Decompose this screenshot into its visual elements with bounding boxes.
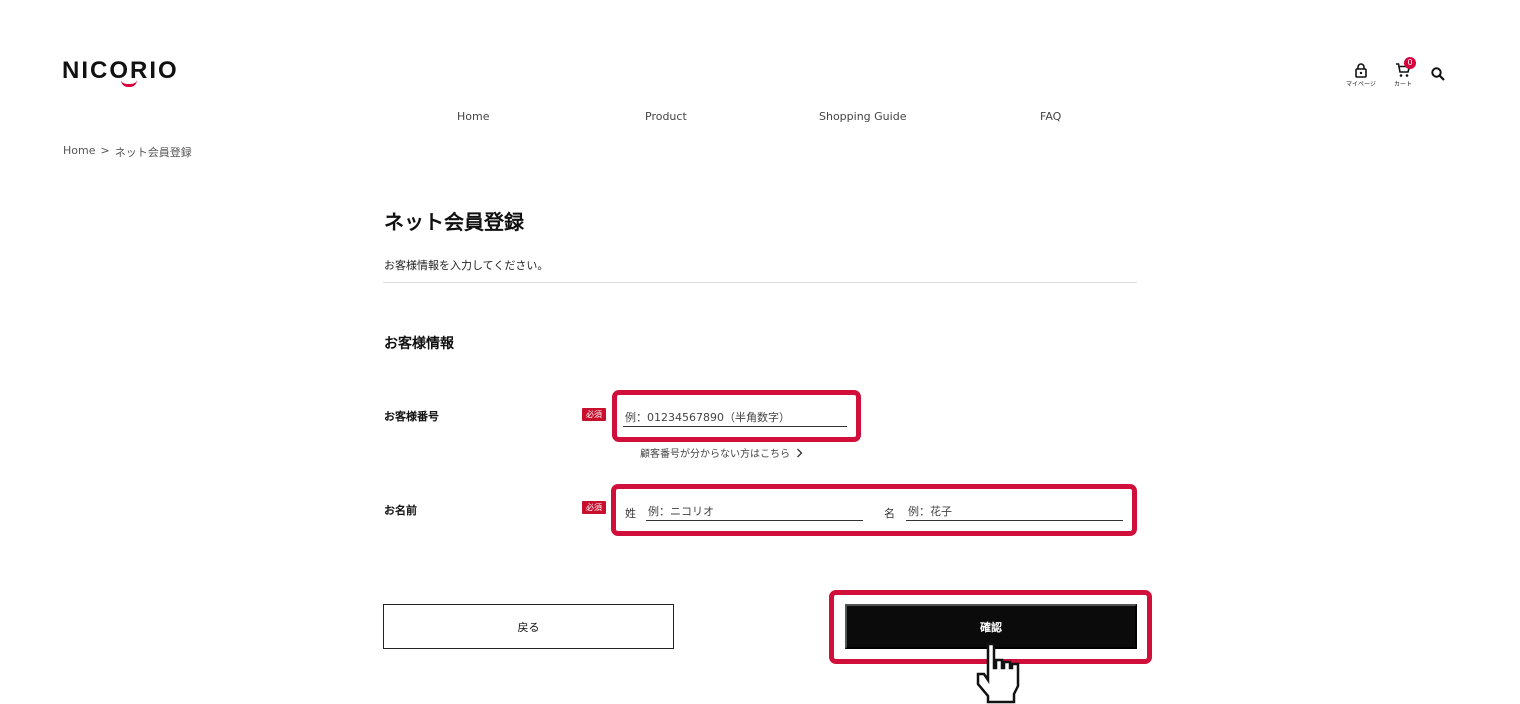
lock-icon [1355,63,1367,78]
header-icons: マイページ 0 カート [1346,57,1446,88]
chevron-right-icon [797,448,803,457]
name-label: お名前 [384,504,417,517]
search-icon[interactable] [1430,66,1446,82]
section-title: お客様情報 [384,336,454,352]
nav-home[interactable]: Home [457,110,489,123]
nav-faq[interactable]: FAQ [1040,110,1061,123]
intro-text: お客様情報を入力してください。 [384,259,549,272]
breadcrumb-home[interactable]: Home [63,144,95,160]
last-name-prefix: 姓 [625,507,636,520]
help-link-text: 顧客番号が分からない方はこちら [640,449,790,460]
customer-number-help-link[interactable]: 顧客番号が分からない方はこちら [640,445,803,460]
last-name-input[interactable] [646,503,863,521]
cart-link[interactable]: 0 カート [1388,57,1418,88]
back-button[interactable]: 戻る [383,604,674,649]
breadcrumb-separator: > [100,144,110,157]
divider [383,282,1137,283]
nav-shopping-guide[interactable]: Shopping Guide [819,110,906,123]
customer-number-input[interactable] [623,409,847,427]
customer-number-label: お客様番号 [384,410,439,423]
page-title: ネット会員登録 [384,210,524,234]
first-name-prefix: 名 [884,507,895,520]
breadcrumb-current: ネット会員登録 [114,146,192,159]
nav-product[interactable]: Product [645,110,687,123]
cart-label: カート [1393,81,1412,88]
cart-count-badge: 0 [1404,57,1416,69]
logo-smile-mark [121,80,137,87]
hand-pointer-icon [976,642,1020,704]
required-badge: 必須 [582,408,606,421]
breadcrumb: Home > ネット会員登録 [63,144,192,160]
first-name-input[interactable] [906,503,1123,521]
mypage-link[interactable]: マイページ [1346,62,1376,88]
required-badge: 必須 [582,501,606,514]
mypage-label: マイページ [1346,81,1376,88]
